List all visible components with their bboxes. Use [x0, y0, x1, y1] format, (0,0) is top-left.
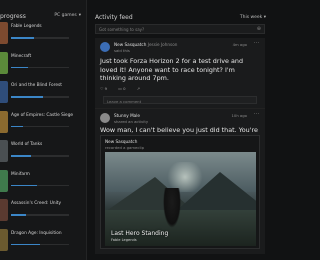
game-progress-title: progress	[0, 13, 26, 20]
post-author-realname: Jessie Johnson	[147, 42, 178, 47]
shared-activity[interactable]: New Sasquatch recorded a gameclip Last H…	[100, 135, 260, 249]
game-progress-bar	[11, 125, 69, 127]
post-author-name: New Sasquatch	[114, 42, 147, 47]
feed-post: Stunny Male shared an activity 10h ago ·…	[95, 108, 265, 254]
game-progress-bar	[11, 243, 69, 245]
scene-character	[163, 188, 181, 228]
game-thumbnail[interactable]	[0, 140, 8, 162]
game-filter-dropdown[interactable]: PC games ▾	[54, 13, 81, 18]
comment-placeholder: Leave a comment	[107, 98, 142, 104]
post-time: 10h ago	[231, 113, 247, 118]
game-thumbnail[interactable]	[0, 81, 8, 103]
game-progress-fill	[11, 125, 23, 127]
game-list-item[interactable]: Fable Legends	[0, 22, 87, 44]
game-name: Minecraft	[11, 53, 32, 59]
game-progress-bar	[11, 96, 69, 98]
game-progress-bar	[11, 66, 69, 68]
game-list-item[interactable]: World of Tanks	[0, 140, 87, 162]
like-count: 9	[104, 86, 108, 91]
post-author[interactable]: New Sasquatch Jessie Johnson	[114, 42, 177, 47]
feed-post: New Sasquatch Jessie Johnson said this 4…	[95, 38, 265, 108]
game-list-item[interactable]: Minifarm	[0, 169, 87, 192]
like-button[interactable]: ♡ 9	[100, 86, 112, 91]
game-thumbnail[interactable]	[0, 110, 8, 133]
post-time: 4m ago	[232, 42, 247, 47]
game-progress-fill	[11, 184, 38, 186]
game-name: World of Tanks	[11, 142, 43, 147]
game-name: Age of Empires: Castle Siege	[11, 112, 74, 118]
game-progress-bar	[11, 37, 69, 39]
avatar[interactable]	[100, 113, 110, 123]
scene-mountain	[175, 172, 256, 212]
game-list-item[interactable]: Ori and the Blind Forest	[0, 81, 87, 103]
chevron-down-icon: ▾	[262, 15, 266, 20]
game-progress-bar	[11, 155, 69, 157]
post-action: shared an activity	[114, 119, 149, 124]
game-name: Fable Legends	[11, 24, 42, 29]
game-thumbnail[interactable]	[0, 169, 8, 192]
game-name: Ori and the Blind Forest	[11, 83, 62, 88]
more-options-icon[interactable]: ···	[254, 111, 260, 117]
compose-box[interactable]: Got something to say? ⊕	[95, 24, 265, 34]
shared-author[interactable]: New Sasquatch	[105, 139, 137, 144]
game-name: Minifarm	[11, 171, 30, 177]
feed-title: Activity feed	[95, 14, 133, 21]
game-thumbnail[interactable]	[0, 228, 8, 251]
attach-icon[interactable]: ⊕	[257, 26, 261, 32]
game-list-item[interactable]: Dragon Age: Inquisition	[0, 228, 87, 251]
gameclip-thumbnail[interactable]: Last Hero Standing Fable Legends	[105, 152, 256, 246]
chevron-down-icon: ▾	[78, 13, 81, 18]
game-list-item[interactable]: Minecraft	[0, 51, 87, 74]
game-name: Dragon Age: Inquisition	[11, 230, 62, 236]
post-text: Just took Forza Horizon 2 for a test dri…	[100, 57, 244, 83]
game-thumbnail[interactable]	[0, 51, 8, 74]
post-action: said this	[114, 48, 130, 53]
game-progress-fill	[11, 37, 35, 39]
compose-placeholder: Got something to say?	[99, 27, 145, 32]
comment-count: 0	[123, 86, 126, 91]
game-progress-bar	[11, 184, 69, 186]
game-thumbnail[interactable]	[0, 22, 8, 44]
shared-action: recorded a gameclip	[105, 145, 144, 150]
comment-input[interactable]: Leave a comment	[103, 96, 257, 104]
game-progress-fill	[11, 214, 26, 216]
post-author-name[interactable]: Stunny Male	[114, 113, 140, 118]
share-button[interactable]: ↗	[137, 86, 140, 91]
game-list-item[interactable]: Assassin's Creed: Unity	[0, 199, 87, 221]
game-progress-fill	[11, 243, 40, 245]
game-progress-bar	[11, 214, 69, 216]
game-filter-label: PC games	[54, 13, 77, 18]
gameclip-game: Fable Legends	[111, 238, 137, 242]
feed-filter-label: This week	[239, 15, 263, 20]
feed-filter-dropdown[interactable]: This week ▾	[240, 15, 266, 20]
game-name: Assassin's Creed: Unity	[11, 201, 62, 206]
avatar[interactable]	[100, 42, 110, 52]
game-progress-fill	[11, 96, 43, 98]
comment-button[interactable]: ▭ 0	[118, 86, 130, 91]
more-options-icon[interactable]: ···	[254, 40, 260, 46]
post-reactions: ♡ 9 ▭ 0 ↗	[100, 86, 145, 91]
game-list-item[interactable]: Age of Empires: Castle Siege	[0, 110, 87, 133]
game-thumbnail[interactable]	[0, 199, 8, 221]
gameclip-title: Last Hero Standing	[111, 230, 169, 237]
game-progress-fill	[11, 155, 32, 157]
game-progress-panel: progress PC games ▾ Fable Legends Minecraf…	[0, 0, 87, 260]
game-progress-fill	[11, 66, 29, 68]
activity-feed: Activity feed This week ▾ Got something …	[88, 0, 277, 260]
